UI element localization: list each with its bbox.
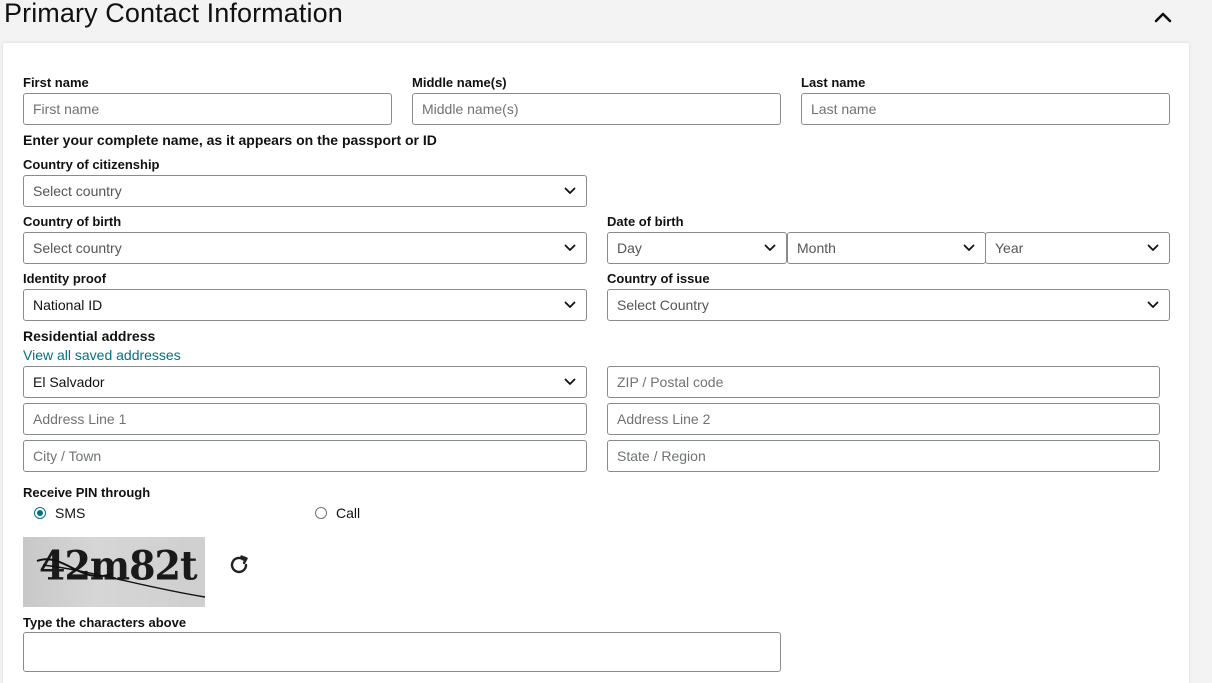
chevron-down-icon [563, 375, 577, 389]
address-country-select[interactable]: El Salvador [23, 366, 587, 398]
identity-proof-select[interactable]: National ID [23, 289, 587, 321]
pin-call-option[interactable]: Call [315, 505, 360, 521]
last-name-label: Last name [801, 75, 866, 90]
captcha-input-label: Type the characters above [23, 615, 187, 630]
birth-country-label: Country of birth [23, 214, 122, 229]
chevron-down-icon [962, 241, 976, 255]
first-name-label: First name [23, 75, 89, 90]
pin-sms-label: SMS [55, 505, 86, 521]
refresh-captcha-button[interactable] [227, 553, 251, 577]
residential-address-label: Residential address [23, 328, 156, 344]
refresh-icon [230, 555, 248, 574]
dob-month-select[interactable]: Month [787, 232, 986, 264]
identity-proof-label: Identity proof [23, 271, 107, 286]
zip-code-input[interactable] [607, 366, 1160, 398]
chevron-down-icon [563, 298, 577, 312]
birth-country-select[interactable]: Select country [23, 232, 587, 264]
dob-label: Date of birth [607, 214, 684, 229]
issue-country-select[interactable]: Select Country [607, 289, 1170, 321]
middle-name-label: Middle name(s) [412, 75, 507, 90]
chevron-down-icon [1146, 241, 1160, 255]
chevron-down-icon [1146, 298, 1160, 312]
citizenship-value: Select country [33, 183, 122, 199]
view-saved-addresses-link[interactable]: View all saved addresses [23, 347, 181, 363]
last-name-input[interactable] [801, 93, 1170, 125]
radio-selected-icon [34, 507, 46, 519]
pin-call-label: Call [336, 505, 361, 521]
section-title: Primary Contact Information [4, 0, 343, 28]
name-hint: Enter your complete name, as it appears … [23, 132, 437, 148]
dob-day-select[interactable]: Day [607, 232, 787, 264]
chevron-down-icon [563, 241, 577, 255]
captcha-image: 42m82t [23, 537, 205, 607]
dob-year-value: Year [995, 240, 1024, 256]
radio-unselected-icon [315, 507, 327, 519]
dob-year-select[interactable]: Year [985, 232, 1170, 264]
address-line1-input[interactable] [23, 403, 587, 435]
pin-sms-option[interactable]: SMS [34, 505, 85, 521]
address-line2-input[interactable] [607, 403, 1160, 435]
pin-method-label: Receive PIN through [23, 485, 151, 500]
identity-proof-value: National ID [33, 297, 103, 313]
state-input[interactable] [607, 440, 1160, 472]
address-country-value: El Salvador [33, 374, 105, 390]
collapse-section-button[interactable] [1150, 5, 1176, 29]
birth-country-value: Select country [33, 240, 122, 256]
captcha-noise-lines [36, 558, 205, 598]
citizenship-select[interactable]: Select country [23, 175, 587, 207]
first-name-input[interactable] [23, 93, 392, 125]
dob-month-value: Month [797, 240, 836, 256]
citizenship-label: Country of citizenship [23, 157, 160, 172]
chevron-down-icon [563, 184, 577, 198]
middle-name-input[interactable] [412, 93, 781, 125]
issue-country-label: Country of issue [607, 271, 710, 286]
dob-day-value: Day [617, 240, 642, 256]
city-input[interactable] [23, 440, 587, 472]
captcha-input[interactable] [23, 632, 781, 672]
chevron-down-icon [763, 241, 777, 255]
issue-country-value: Select Country [617, 297, 709, 313]
chevron-up-icon [1154, 12, 1172, 23]
